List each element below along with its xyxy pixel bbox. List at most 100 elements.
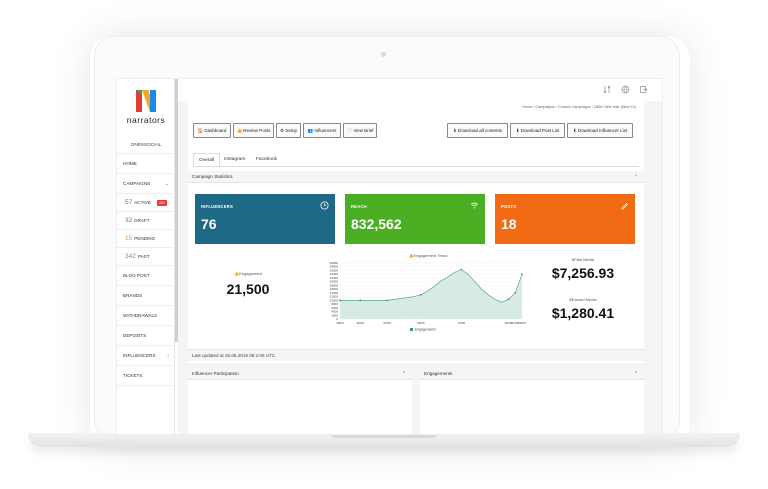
y-tick-label: 26000: [330, 268, 339, 272]
brand-name: narrators: [126, 115, 166, 125]
card-value: 832,562: [351, 216, 402, 232]
influencer-participation-header[interactable]: Influencer Participation ⌃: [188, 368, 412, 380]
chart-title: 👍Engagement Trend: [408, 253, 447, 258]
x-tick-label: 25/05: [518, 321, 526, 325]
download-all-button[interactable]: ⬇ Download all contents: [447, 123, 508, 138]
org-name: ONE9SOCIAL: [117, 138, 175, 154]
data-point: [359, 299, 362, 302]
setup-button[interactable]: ⚙ Setup: [276, 123, 301, 138]
sidebar: narrators ONE9SOCIAL HOME CAMPAIGNS ⌄ 57 A…: [117, 79, 175, 434]
campaign-panel: Home / Campaigns / Current Campaigns / 1…: [188, 101, 644, 363]
pending-count: 15: [125, 235, 133, 242]
engagement-label: 👍Engagement: [234, 271, 262, 276]
tab-instagram[interactable]: Instagram: [219, 153, 250, 167]
review-posts-button[interactable]: 👍 Review Posts: [233, 123, 274, 138]
influencer-participation-panel: Influencer Participation ⌃: [188, 368, 412, 434]
sidebar-item-withdrawals[interactable]: WITHDRAWALS: [117, 306, 175, 326]
sidebar-item-draft[interactable]: 32 DRAFT: [117, 212, 175, 230]
sidebar-nav: HOME CAMPAIGNS ⌄ 57 ACTIVE 454 32 DRAFT 15 PE…: [117, 154, 175, 386]
narrators-logo-icon: [136, 90, 156, 112]
tab-facebook[interactable]: Facebook: [251, 153, 282, 167]
card-label: REACH: [351, 204, 367, 209]
sidebar-item-blog-post[interactable]: BLOG POST: [117, 266, 175, 286]
sidebar-item-label: CAMPAIGNS: [123, 181, 151, 186]
earned-media-value: $1,280.41: [551, 305, 615, 321]
section-title: Influencer Participation: [192, 371, 239, 376]
sidebar-item-label: TICKETS: [123, 373, 143, 378]
paid-media-label: $Paid Media: [571, 257, 595, 262]
influencers-button[interactable]: 👥 Influencers: [303, 123, 341, 138]
y-tick-label: 14000: [330, 291, 339, 295]
y-tick-label: 16000: [330, 287, 339, 291]
chevron-up-icon[interactable]: ⌃: [634, 368, 638, 380]
influencers-card: INFLUENCERS 76: [195, 194, 335, 244]
y-tick-label: 8000: [331, 302, 338, 306]
section-title: Campaign Statistics: [192, 174, 233, 179]
sidebar-item-label: PENDING: [134, 236, 156, 241]
legend-swatch: [410, 328, 413, 331]
y-tick-label: 30000: [330, 261, 339, 265]
card-label: POSTS: [501, 204, 517, 209]
y-tick-label: 22000: [330, 276, 339, 280]
posts-card: POSTS 18: [495, 194, 635, 244]
engagement-value: 21,500: [226, 281, 270, 297]
download-influencer-list-button[interactable]: ⬇ Download Influencer List: [567, 123, 633, 138]
chevron-up-icon[interactable]: ⌃: [402, 368, 406, 380]
engagements-header[interactable]: Engagements ⌃: [420, 368, 644, 380]
card-label: INFLUENCERS: [201, 204, 233, 209]
draft-count: 32: [125, 217, 133, 224]
chevron-up-icon[interactable]: ⌃: [634, 171, 638, 183]
data-point: [507, 298, 510, 301]
download-post-list-button[interactable]: ⬇ Download Post List: [510, 123, 565, 138]
x-tick-label: 02/05: [383, 321, 391, 325]
data-point: [339, 299, 341, 302]
y-tick-label: 6000: [331, 306, 338, 310]
sidebar-item-label: WITHDRAWALS: [123, 313, 158, 318]
sidebar-item-label: BRANDS: [123, 293, 143, 298]
x-tick-label: 25/04: [356, 321, 364, 325]
view-brief-button[interactable]: 📄 View Brief: [343, 123, 377, 138]
earned-media-label: $Earned Media: [569, 297, 597, 302]
sidebar-item-label: HOME: [123, 161, 137, 166]
globe-icon[interactable]: [621, 85, 630, 94]
pencil-icon: [621, 202, 629, 210]
sidebar-item-label: ACTIVE: [134, 200, 151, 205]
y-tick-label: 4000: [331, 310, 338, 314]
paid-media-value: $7,256.93: [551, 265, 615, 281]
sidebar-item-pending[interactable]: 15 PENDING: [117, 230, 175, 248]
sidebar-item-influencers[interactable]: INFLUENCERS ‹: [117, 346, 175, 366]
sidebar-item-home[interactable]: HOME: [117, 154, 175, 174]
logout-icon[interactable]: [639, 85, 648, 94]
engagement-area: [340, 269, 522, 319]
sidebar-item-tickets[interactable]: TICKETS: [117, 366, 175, 386]
wifi-icon: [470, 202, 479, 209]
y-tick-label: 28000: [330, 265, 339, 269]
section-title: Engagements: [424, 371, 453, 376]
active-count: 57: [125, 199, 133, 206]
breadcrumb[interactable]: Home / Campaigns / Current Campaigns / 1…: [522, 105, 636, 109]
sidebar-item-label: PAST: [137, 254, 150, 259]
sidebar-item-brands[interactable]: BRANDS: [117, 286, 175, 306]
toolbar: 🏠 Dashboard 👍 Review Posts ⚙ Setup 👥 Inf…: [193, 123, 639, 139]
engagements-panel: Engagements ⌃: [420, 368, 644, 434]
sort-icon[interactable]: [603, 85, 612, 94]
card-value: 76: [201, 216, 217, 232]
x-tick-label: 09/05: [417, 321, 425, 325]
sidebar-item-active[interactable]: 57 ACTIVE 454: [117, 194, 175, 212]
tab-divider: [193, 166, 639, 167]
data-point: [521, 273, 523, 276]
past-count: 342: [125, 253, 136, 260]
campaign-statistics-header[interactable]: Campaign Statistics ⌃: [188, 171, 644, 183]
dashboard-button[interactable]: 🏠 Dashboard: [193, 123, 231, 138]
tab-overall[interactable]: Overall: [193, 153, 221, 167]
y-tick-label: 10000: [330, 298, 339, 302]
last-updated: Last updated at 25.05.2019 05:1:05 UTC: [188, 349, 644, 361]
data-point: [514, 291, 517, 294]
y-tick-label: 24000: [330, 272, 339, 276]
laptop-camera: [381, 52, 386, 57]
sidebar-item-label: DEPOSITS: [123, 333, 147, 338]
sidebar-item-past[interactable]: 342 PAST: [117, 248, 175, 266]
data-point: [419, 293, 422, 296]
sidebar-item-campaigns[interactable]: CAMPAIGNS ⌄: [117, 174, 175, 194]
sidebar-item-deposits[interactable]: DEPOSITS: [117, 326, 175, 346]
